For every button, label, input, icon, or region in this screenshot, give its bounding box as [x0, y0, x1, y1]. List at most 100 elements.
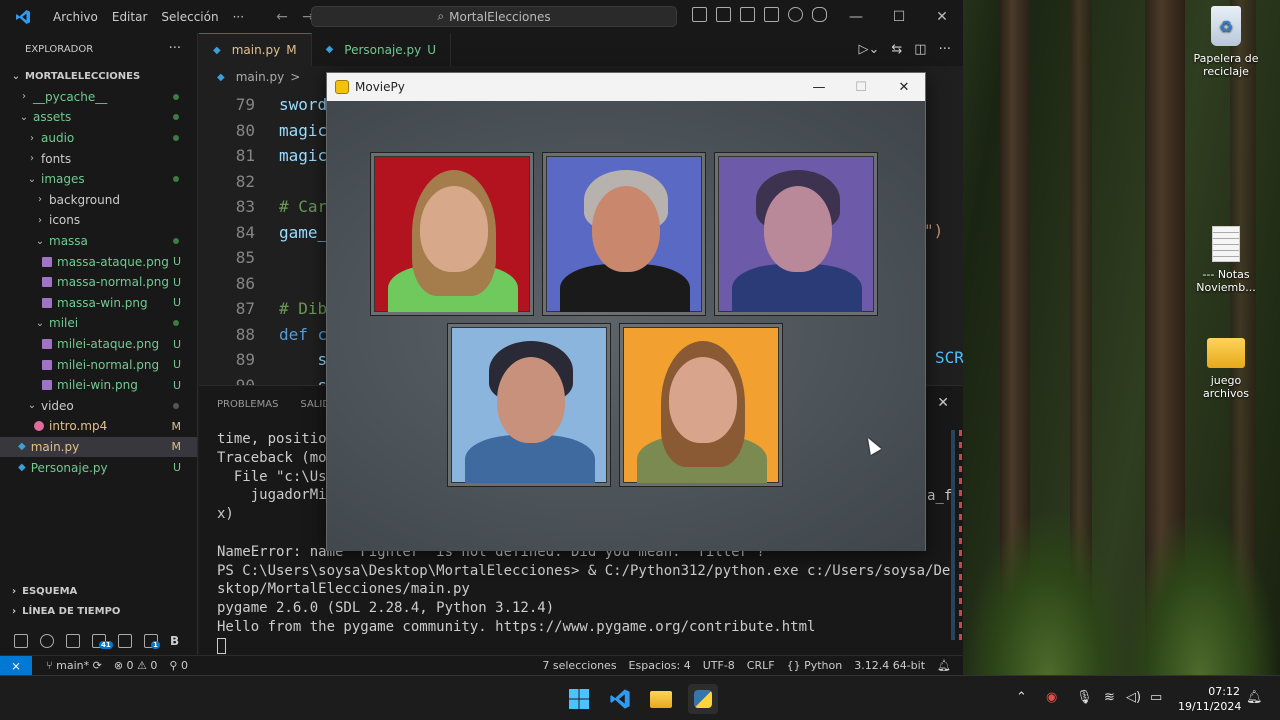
encoding-status[interactable]: UTF-8 [697, 659, 741, 672]
chevron-down-icon: ⌄ [27, 173, 37, 185]
tree-item-icons[interactable]: › icons [0, 210, 197, 231]
tree-item--pycache-[interactable]: › __pycache__ [0, 87, 197, 108]
split-editor-icon[interactable]: ◫ [914, 42, 926, 57]
security-icon[interactable]: ◉ [1046, 690, 1057, 705]
microphone-icon[interactable]: 🎙︎ [1076, 690, 1093, 705]
tree-item-video[interactable]: ⌄ video [0, 396, 197, 417]
toggle-sidebar-icon[interactable] [692, 7, 707, 22]
desktop-icon-notes[interactable]: --- Notas Noviemb... [1186, 226, 1266, 294]
toggle-panel-icon[interactable] [716, 7, 731, 22]
toggle-secondary-sidebar-icon[interactable] [740, 7, 755, 22]
tree-item-intro-mp4[interactable]: intro.mp4 M [0, 416, 197, 437]
menu-seleccion[interactable]: Selección [154, 10, 225, 24]
more-actions-icon[interactable]: ··· [939, 42, 951, 57]
menu-editar[interactable]: Editar [105, 10, 155, 24]
character-portrait[interactable] [448, 324, 610, 486]
tree-item-assets[interactable]: ⌄ assets [0, 107, 197, 128]
python-taskbar-icon[interactable] [688, 684, 718, 714]
video-file-icon [34, 421, 44, 432]
extensions-icon[interactable]: 1 [144, 634, 160, 649]
tree-item-background[interactable]: › background [0, 190, 197, 211]
run-debug-icon[interactable] [66, 634, 80, 648]
desktop-icon-recycle-bin[interactable]: ♻ Papelera de reciclaje [1186, 6, 1266, 78]
explorer-more-icon[interactable]: ··· [169, 41, 181, 56]
tree-item-massa[interactable]: ⌄ massa [0, 231, 197, 252]
project-name: MORTALELECCIONES [25, 70, 141, 82]
run-icon[interactable]: ▷⌄ [859, 42, 880, 57]
scrollbar[interactable] [951, 430, 955, 640]
code-fragment-right: SCR [935, 348, 963, 367]
character-portrait[interactable] [715, 153, 877, 315]
source-control-icon[interactable]: 41 [92, 634, 113, 649]
tree-item-main-py[interactable]: ◆ main.py M [0, 436, 197, 458]
tree-item-label: main.py [30, 439, 80, 454]
vscode-taskbar-icon[interactable] [605, 684, 635, 714]
notifications-icon[interactable]: 🔔︎ [931, 659, 957, 672]
character-portrait[interactable] [371, 153, 533, 315]
tree-item-milei[interactable]: ⌄ milei [0, 313, 197, 334]
command-center-search[interactable]: ⌕ MortalElecciones [311, 6, 677, 27]
interpreter-status[interactable]: 3.12.4 64-bit [848, 659, 931, 672]
vscode-logo-icon[interactable] [0, 0, 46, 33]
desktop-icon-juego-archivos[interactable]: juego archivos [1186, 338, 1266, 400]
close-button[interactable]: ✕ [920, 0, 963, 33]
clock[interactable]: 07:12 19/11/2024 [1178, 684, 1242, 714]
file-explorer-icon[interactable] [646, 684, 676, 714]
problems-status[interactable]: ⊗ 0 ⚠ 0 [108, 659, 164, 672]
tree-item-massa-win-png[interactable]: massa-win.png U [0, 293, 197, 314]
account-icon[interactable] [788, 7, 803, 22]
tree-item-fonts[interactable]: › fonts [0, 148, 197, 169]
tree-item-label: video [41, 398, 74, 413]
game-canvas[interactable] [327, 101, 925, 551]
menu-archivo[interactable]: Archivo [46, 10, 105, 24]
ports-status[interactable]: ⚲ 0 [163, 659, 194, 672]
close-button[interactable]: ✕ [883, 73, 925, 101]
terminal-line: Hello from the pygame community. https:/… [217, 619, 816, 635]
breadcrumb-file[interactable]: main.py [236, 70, 285, 84]
wifi-icon[interactable]: ≋ [1104, 690, 1115, 705]
volume-icon[interactable]: ◁) [1126, 690, 1141, 705]
search-icon[interactable] [40, 634, 54, 648]
tree-item-personaje-py[interactable]: ◆ Personaje.py U [0, 457, 197, 478]
battery-icon[interactable]: ▭ [1150, 690, 1162, 705]
tree-item-massa-normal-png[interactable]: massa-normal.png U [0, 272, 197, 293]
tree-item-milei-normal-png[interactable]: milei-normal.png U [0, 354, 197, 375]
project-root[interactable]: ⌄ MORTALELECCIONES [0, 66, 197, 87]
portrait-face [764, 186, 832, 272]
indentation-status[interactable]: Espacios: 4 [623, 659, 697, 672]
tree-item-milei-win-png[interactable]: milei-win.png U [0, 375, 197, 396]
chevron-down-icon: ⌄ [27, 400, 37, 412]
tree-item-milei-ataque-png[interactable]: milei-ataque.png U [0, 334, 197, 355]
explorer-icon[interactable] [14, 634, 28, 648]
tree-item-massa-ataque-png[interactable]: massa-ataque.png U [0, 251, 197, 272]
close-panel-icon[interactable]: ✕ [937, 395, 949, 411]
menu-more[interactable]: ··· [226, 10, 251, 24]
back-arrow-icon[interactable]: ← [269, 9, 295, 25]
tab-problemas[interactable]: PROBLEMAS [217, 399, 278, 410]
chevron-up-icon[interactable]: ⌃ [1016, 690, 1027, 705]
minimize-button[interactable]: — [798, 73, 840, 101]
extension-b-icon[interactable]: B [170, 634, 179, 648]
tree-item-images[interactable]: ⌄ images [0, 169, 197, 190]
maximize-button[interactable]: ☐ [877, 0, 921, 33]
section-linea-de-tiempo[interactable]: › LÍNEA DE TIEMPO [0, 601, 198, 621]
tab-main-py[interactable]: ◆ main.py M [199, 33, 312, 66]
tab-personaje-py[interactable]: ◆ Personaje.py U [312, 33, 452, 66]
language-status[interactable]: {} Python [781, 659, 849, 672]
copilot-icon[interactable] [812, 7, 827, 22]
section-esquema[interactable]: › ESQUEMA [0, 581, 198, 601]
notification-bell-icon[interactable]: 🔔︎ [1246, 690, 1263, 705]
eol-status[interactable]: CRLF [741, 659, 781, 672]
start-windows-icon[interactable] [564, 684, 594, 714]
clock-date: 19/11/2024 [1178, 700, 1242, 713]
selections-status[interactable]: 7 selecciones [536, 659, 622, 672]
branch-icon[interactable]: ⑂ main* ⟳ [40, 659, 108, 672]
remote-icon[interactable]: ⨯ [0, 655, 32, 675]
customize-layout-icon[interactable] [764, 7, 779, 22]
tree-item-audio[interactable]: › audio [0, 128, 197, 149]
character-portrait[interactable] [620, 324, 782, 486]
character-portrait[interactable] [543, 153, 705, 315]
compare-icon[interactable]: ⇆ [891, 42, 902, 57]
testing-icon[interactable] [118, 634, 132, 648]
minimize-button[interactable]: — [834, 0, 878, 33]
